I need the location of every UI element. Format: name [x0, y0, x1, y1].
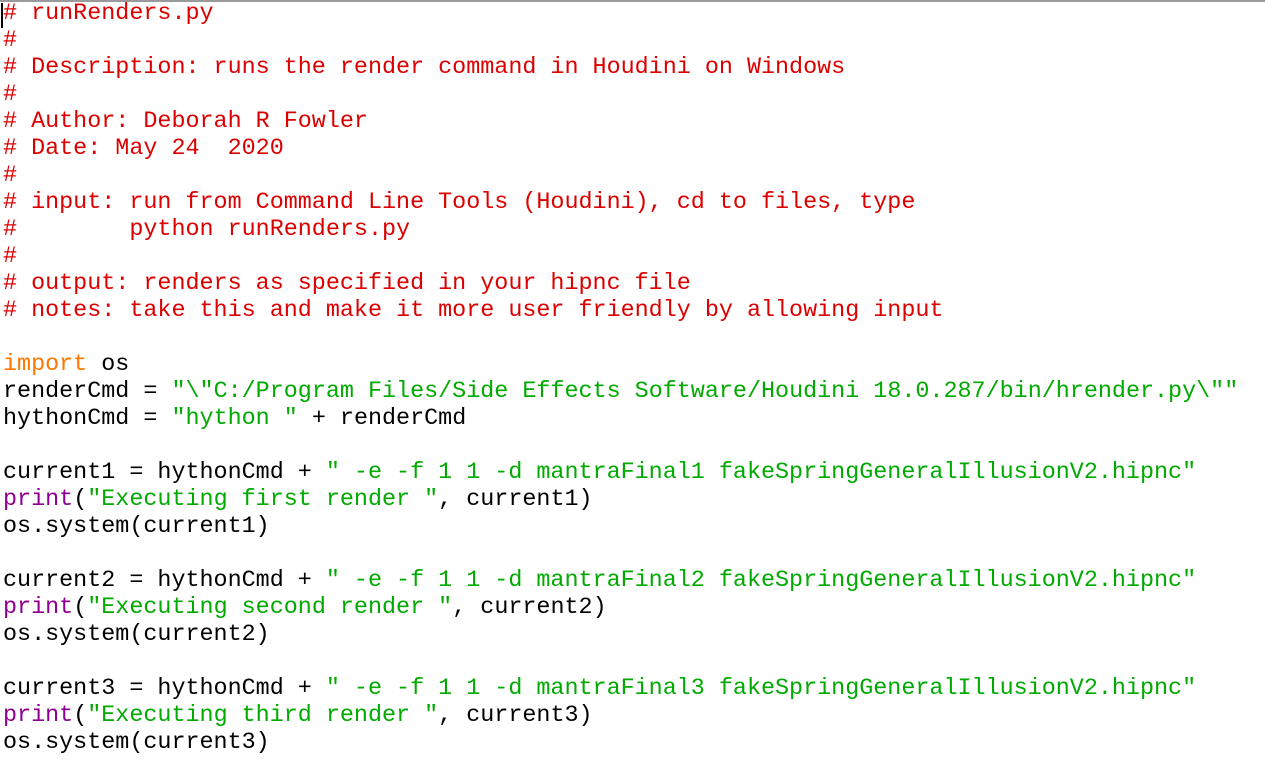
- code-token: (: [73, 487, 88, 513]
- string-token: "Executing third render ": [87, 703, 439, 729]
- code-token: os: [87, 352, 130, 378]
- builtin-token: print: [3, 595, 74, 621]
- comment-token: #: [3, 28, 18, 54]
- keyword-token: import: [3, 352, 88, 378]
- builtin-token: print: [3, 703, 74, 729]
- code-line[interactable]: os.system(current3): [3, 730, 1238, 757]
- code-token: os.system(current3): [3, 730, 270, 756]
- comment-token: # input: run from Command Line Tools (Ho…: [3, 190, 916, 216]
- code-line[interactable]: # Description: runs the render command i…: [3, 55, 1238, 82]
- code-line[interactable]: import os: [3, 352, 1238, 379]
- comment-token: # Description: runs the render command i…: [3, 55, 846, 81]
- string-token: " -e -f 1 1 -d mantraFinal2 fakeSpringGe…: [325, 568, 1197, 594]
- code-line[interactable]: print("Executing third render ", current…: [3, 703, 1238, 730]
- code-token: os.system(current1): [3, 514, 270, 540]
- code-line[interactable]: #: [3, 28, 1238, 55]
- code-line[interactable]: [3, 433, 1238, 460]
- code-line[interactable]: # Author: Deborah R Fowler: [3, 109, 1238, 136]
- code-token: , current3): [438, 703, 593, 729]
- code-line[interactable]: [3, 649, 1238, 676]
- code-line[interactable]: # output: renders as specified in your h…: [3, 271, 1238, 298]
- code-line[interactable]: os.system(current1): [3, 514, 1238, 541]
- string-token: "Executing second render ": [87, 595, 453, 621]
- code-token: (: [73, 703, 88, 729]
- code-editor[interactable]: # runRenders.py # # Description: runs the …: [3, 1, 1238, 757]
- string-token: "\"C:/Program Files/Side Effects Softwar…: [171, 379, 1239, 405]
- code-line[interactable]: [3, 325, 1238, 352]
- code-line[interactable]: current1 = hythonCmd + " -e -f 1 1 -d ma…: [3, 460, 1238, 487]
- code-line[interactable]: os.system(current2): [3, 622, 1238, 649]
- comment-token: # Date: May 24 2020: [3, 136, 284, 162]
- comment-token: # Author: Deborah R Fowler: [3, 109, 368, 135]
- comment-token: #: [3, 82, 18, 108]
- code-token: os.system(current2): [3, 622, 270, 648]
- code-line[interactable]: print("Executing second render ", curren…: [3, 595, 1238, 622]
- code-token: (: [73, 595, 88, 621]
- code-token: , current1): [438, 487, 593, 513]
- code-line[interactable]: # python runRenders.py: [3, 217, 1238, 244]
- string-token: "hython ": [171, 406, 298, 432]
- code-token: renderCmd =: [3, 379, 172, 405]
- comment-token: # notes: take this and make it more user…: [3, 298, 944, 324]
- code-line[interactable]: # notes: take this and make it more user…: [3, 298, 1238, 325]
- code-token: , current2): [452, 595, 607, 621]
- code-line[interactable]: hythonCmd = "hython " + renderCmd: [3, 406, 1238, 433]
- code-line[interactable]: #: [3, 82, 1238, 109]
- code-line[interactable]: print("Executing first render ", current…: [3, 487, 1238, 514]
- builtin-token: print: [3, 487, 74, 513]
- code-token: current2 = hythonCmd +: [3, 568, 326, 594]
- code-line[interactable]: # Date: May 24 2020: [3, 136, 1238, 163]
- string-token: " -e -f 1 1 -d mantraFinal1 fakeSpringGe…: [325, 460, 1197, 486]
- comment-token: #: [3, 163, 18, 189]
- comment-token: # python runRenders.py: [3, 217, 411, 243]
- code-line[interactable]: #: [3, 163, 1238, 190]
- code-token: current3 = hythonCmd +: [3, 676, 326, 702]
- code-line[interactable]: current2 = hythonCmd + " -e -f 1 1 -d ma…: [3, 568, 1238, 595]
- code-line[interactable]: [3, 541, 1238, 568]
- code-line[interactable]: current3 = hythonCmd + " -e -f 1 1 -d ma…: [3, 676, 1238, 703]
- code-token: + renderCmd: [297, 406, 467, 432]
- code-line[interactable]: #: [3, 244, 1238, 271]
- comment-token: # output: renders as specified in your h…: [3, 271, 691, 297]
- code-line[interactable]: # input: run from Command Line Tools (Ho…: [3, 190, 1238, 217]
- comment-token: # runRenders.py: [3, 1, 214, 27]
- code-line[interactable]: renderCmd = "\"C:/Program Files/Side Eff…: [3, 379, 1238, 406]
- code-token: current1 = hythonCmd +: [3, 460, 326, 486]
- comment-token: #: [3, 244, 18, 270]
- string-token: "Executing first render ": [87, 487, 439, 513]
- code-line[interactable]: # runRenders.py: [3, 1, 1238, 28]
- code-token: hythonCmd =: [3, 406, 172, 432]
- string-token: " -e -f 1 1 -d mantraFinal3 fakeSpringGe…: [325, 676, 1197, 702]
